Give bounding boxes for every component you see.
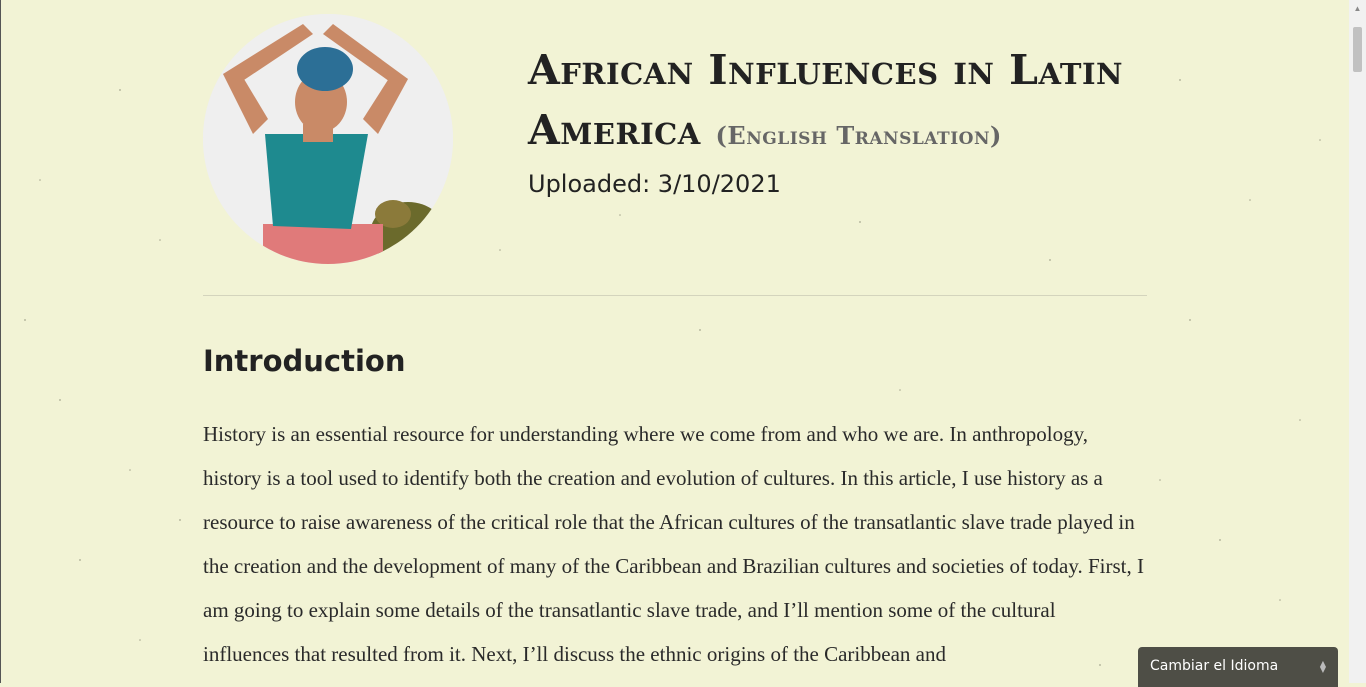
language-selector[interactable]: Cambiar el Idioma ▲ ▼ (1138, 647, 1338, 687)
language-selector-label: Cambiar el Idioma (1150, 658, 1279, 674)
vertical-scrollbar[interactable]: ▲ (1349, 0, 1366, 683)
article-subtitle: (English Translation) (715, 121, 1002, 150)
author-photo (203, 14, 453, 264)
scroll-up-arrow-icon[interactable]: ▲ (1349, 0, 1366, 17)
upload-date: Uploaded: 3/10/2021 (528, 170, 781, 198)
title-block: African Influences in Latin America (Eng… (528, 40, 1148, 198)
header-divider (203, 295, 1147, 296)
scrollbar-thumb[interactable] (1353, 27, 1362, 72)
article-header: African Influences in Latin America (Eng… (203, 0, 1147, 296)
article-title: African Influences in Latin America (Eng… (528, 40, 1148, 166)
select-arrows-icon: ▲ ▼ (1319, 659, 1326, 674)
section-heading: Introduction (203, 344, 406, 378)
article: African Influences in Latin America (Eng… (203, 0, 1147, 666)
intro-paragraph: History is an essential resource for und… (203, 422, 1145, 666)
dancer-image (203, 14, 453, 264)
